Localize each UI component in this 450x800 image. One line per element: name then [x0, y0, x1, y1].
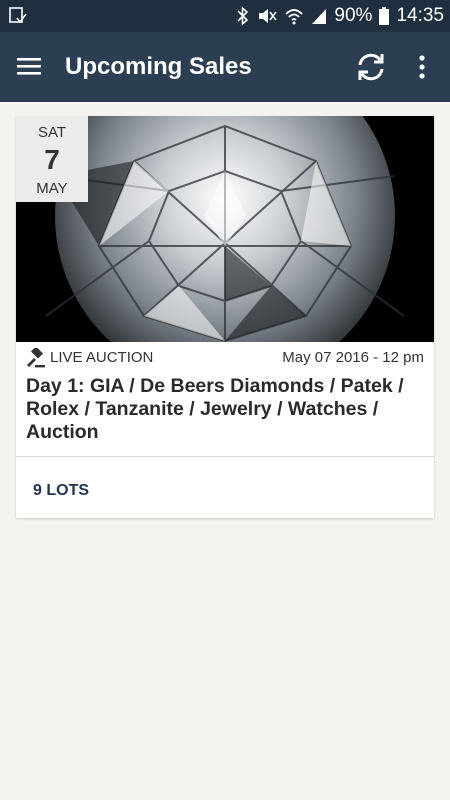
auction-type-label: LIVE AUCTION [50, 349, 154, 366]
date-month: MAY [36, 180, 68, 197]
date-day: 7 [44, 144, 60, 175]
lots-button[interactable]: 9 LOTS [33, 482, 89, 500]
diamond-photo[interactable]: SAT 7 MAY [16, 116, 434, 342]
sale-meta-row: LIVE AUCTION May 07 2016 - 12 pm [26, 346, 424, 370]
mute-icon [256, 6, 278, 26]
download-done-icon [8, 6, 28, 26]
clock: 14:35 [396, 5, 444, 26]
signal-icon [310, 6, 328, 26]
more-vert-icon[interactable] [410, 52, 434, 82]
refresh-icon[interactable] [352, 48, 390, 86]
bluetooth-icon [236, 6, 250, 26]
page-title: Upcoming Sales [65, 53, 252, 80]
wifi-icon [284, 6, 304, 26]
gavel-icon [26, 346, 46, 368]
status-icons: 90% 14:35 [236, 0, 444, 32]
sale-card[interactable]: SAT 7 MAY LIVE AUCTION May 07 2016 - 12 … [16, 116, 434, 518]
battery-icon [378, 6, 390, 26]
menu-icon[interactable] [14, 53, 46, 81]
sale-date-time: May 07 2016 - 12 pm [282, 349, 424, 366]
app-bar: Upcoming Sales [0, 32, 450, 102]
date-day-of-week: SAT [37, 124, 67, 141]
status-bar: 90% 14:35 [0, 0, 450, 32]
battery-percent: 90% [334, 5, 373, 26]
date-badge: SAT 7 MAY [16, 116, 88, 202]
divider [16, 456, 434, 457]
sale-title[interactable]: Day 1: GIA / De Beers Diamonds / Patek /… [26, 375, 424, 444]
